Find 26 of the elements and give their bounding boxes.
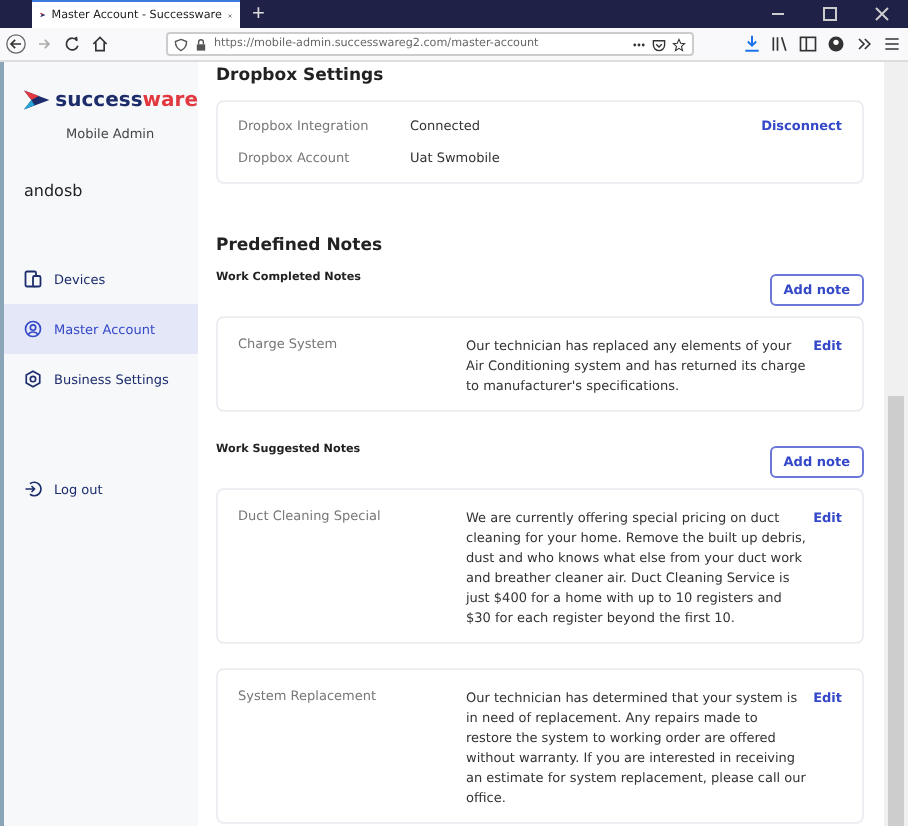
pocket-icon[interactable]	[652, 37, 666, 51]
overflow-icon[interactable]	[854, 34, 874, 54]
scrollbar[interactable]	[884, 62, 908, 826]
section-title: Dropbox Settings	[216, 66, 386, 86]
logout-icon	[24, 480, 42, 498]
devices-icon	[24, 270, 42, 288]
menu-icon[interactable]	[882, 34, 902, 54]
new-tab-button[interactable]: +	[240, 0, 277, 28]
home-icon[interactable]	[90, 34, 110, 54]
close-icon[interactable]	[872, 4, 892, 24]
download-icon[interactable]	[742, 34, 762, 54]
lock-icon	[194, 37, 208, 51]
section-title: Predefined Notes	[216, 236, 385, 256]
logo-icon	[24, 86, 50, 114]
shield-icon	[174, 37, 188, 51]
back-icon[interactable]	[6, 34, 26, 54]
star-icon[interactable]	[672, 37, 686, 51]
maximize-icon[interactable]	[820, 4, 840, 24]
reload-icon[interactable]	[62, 34, 82, 54]
account-icon[interactable]	[826, 34, 846, 54]
user-icon	[24, 320, 42, 338]
logo-text: successware	[55, 89, 198, 111]
settings-icon	[24, 370, 42, 388]
library-icon[interactable]	[770, 34, 790, 54]
username: andosb	[22, 180, 85, 200]
sidebar-icon[interactable]	[798, 34, 818, 54]
